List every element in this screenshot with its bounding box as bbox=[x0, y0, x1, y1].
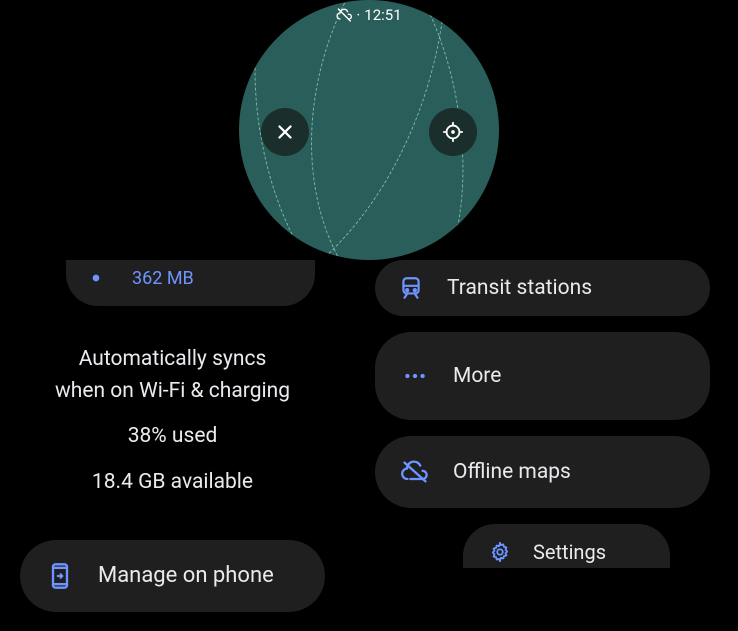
transit-stations-item[interactable]: Transit stations bbox=[375, 260, 710, 316]
sync-info-line1: Automatically syncs bbox=[20, 344, 325, 376]
transit-stations-label: Transit stations bbox=[447, 276, 592, 300]
cloud-off-icon bbox=[336, 7, 352, 23]
settings-item[interactable]: Settings bbox=[463, 524, 670, 568]
available-storage: 18.4 GB available bbox=[20, 467, 325, 499]
storage-size-label: 362 MB bbox=[132, 268, 194, 289]
locate-icon bbox=[442, 121, 464, 143]
more-horizontal-icon bbox=[401, 362, 429, 390]
more-label: More bbox=[453, 364, 501, 388]
offline-maps-label: Offline maps bbox=[453, 460, 571, 484]
used-percent: 38% used bbox=[20, 421, 325, 453]
more-item[interactable]: More bbox=[375, 332, 710, 420]
settings-label: Settings bbox=[533, 540, 606, 564]
close-button[interactable] bbox=[261, 108, 309, 156]
watch-face-map: · 12:51 bbox=[239, 0, 499, 260]
transit-icon bbox=[397, 274, 425, 302]
cloud-off-icon bbox=[401, 458, 429, 486]
offline-maps-item[interactable]: Offline maps bbox=[375, 436, 710, 508]
gear-icon bbox=[489, 541, 511, 563]
manage-on-phone-label: Manage on phone bbox=[98, 562, 274, 590]
close-icon bbox=[274, 121, 296, 143]
status-bar: · 12:51 bbox=[336, 6, 401, 24]
locate-button[interactable] bbox=[429, 108, 477, 156]
phone-export-icon bbox=[46, 562, 74, 590]
storage-item[interactable]: 362 MB bbox=[66, 260, 315, 306]
download-circle-icon bbox=[82, 264, 110, 292]
status-separator: · bbox=[356, 6, 360, 24]
sync-info-line2: when on Wi-Fi & charging bbox=[20, 376, 325, 408]
status-time: 12:51 bbox=[364, 6, 401, 24]
manage-on-phone-button[interactable]: Manage on phone bbox=[20, 540, 325, 612]
